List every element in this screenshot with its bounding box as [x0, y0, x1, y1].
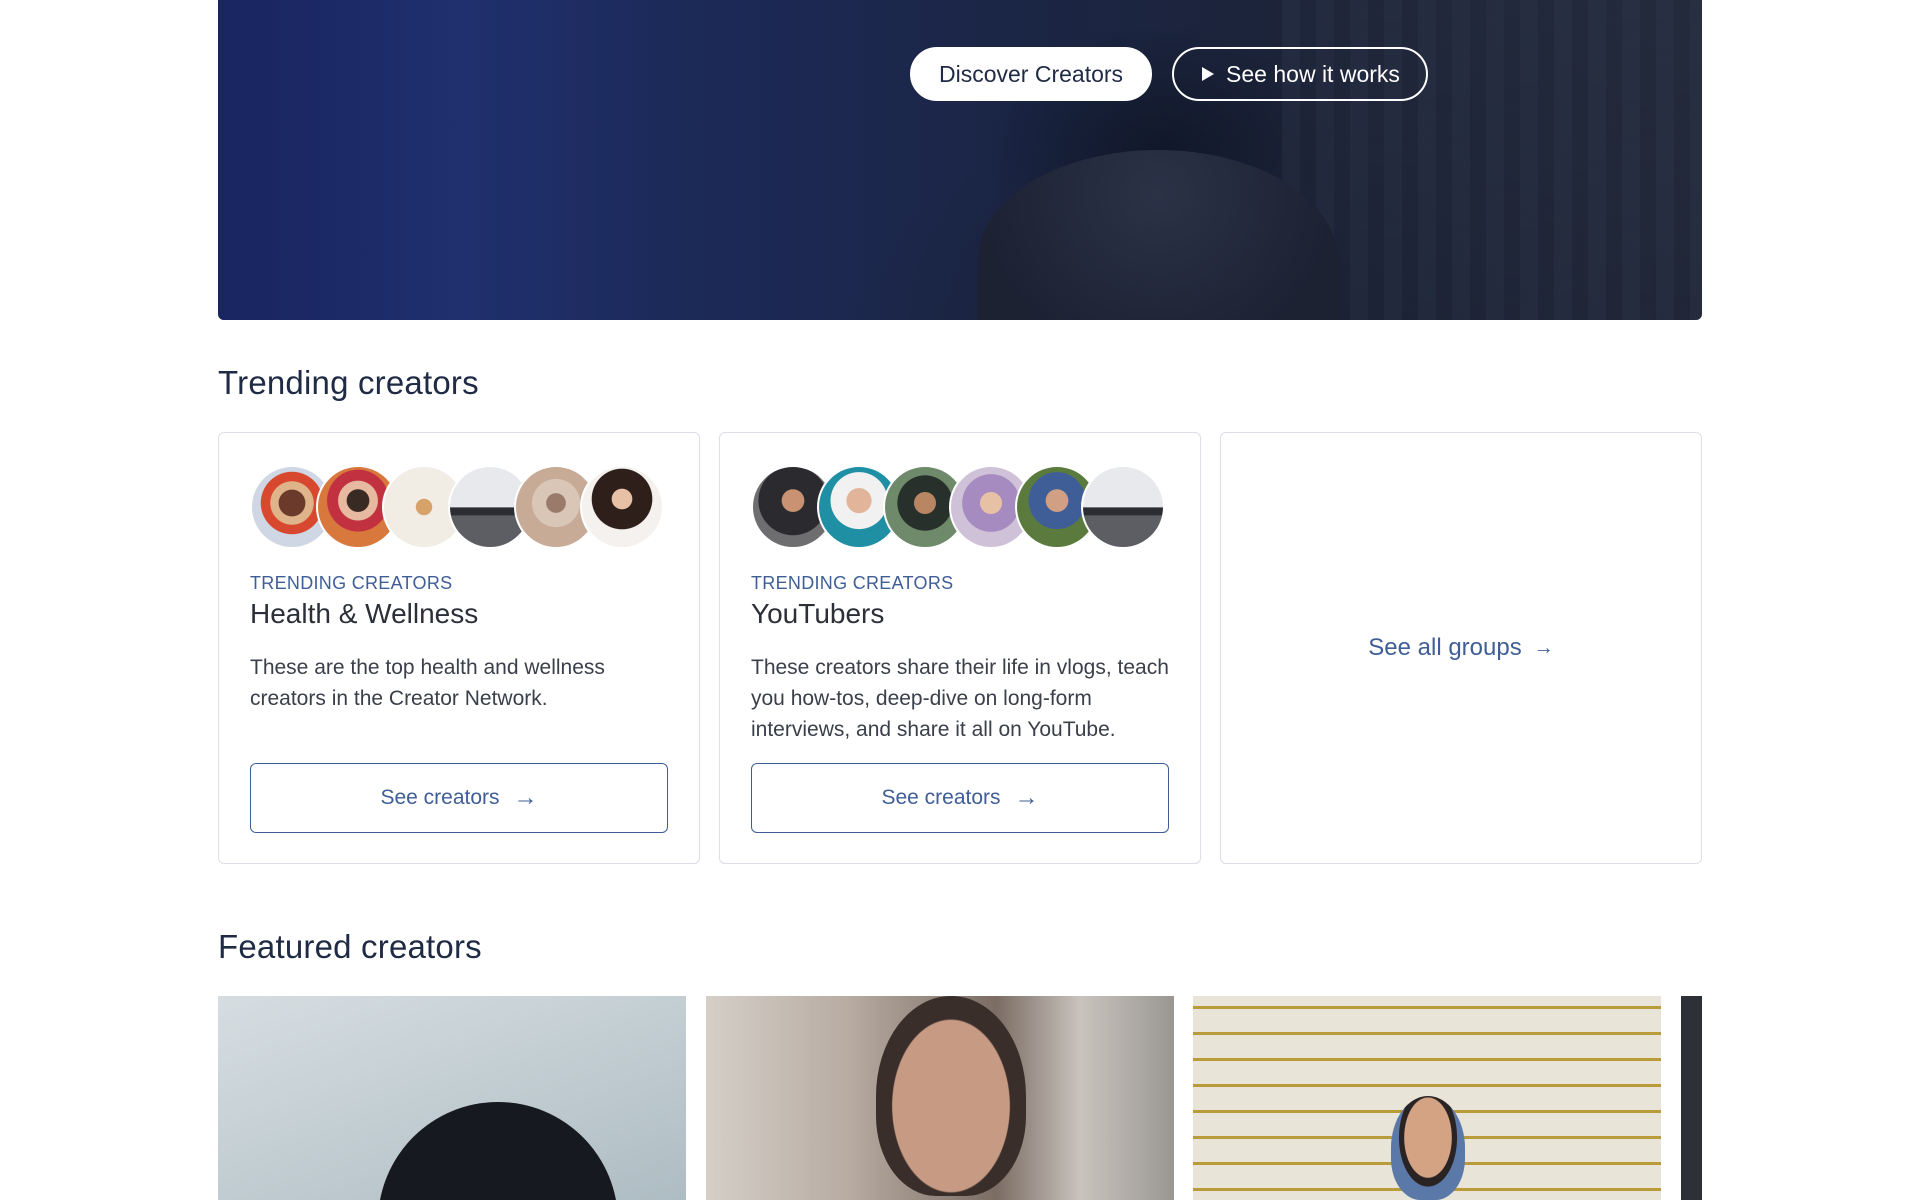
creator-photo [378, 1102, 618, 1200]
featured-creator-card[interactable] [1193, 996, 1661, 1200]
trending-creators-heading: Trending creators [218, 364, 479, 401]
creator-photo [876, 996, 1026, 1196]
card-eyebrow: TRENDING CREATORS [250, 573, 453, 593]
see-all-groups-card[interactable]: See all groups → [1220, 432, 1702, 864]
avatar [580, 465, 664, 549]
see-creators-label: See creators [380, 786, 500, 809]
hero-banner: Discover Creators See how it works [218, 0, 1702, 320]
play-icon [1202, 67, 1215, 81]
avatar [1081, 465, 1165, 549]
see-all-groups-label: See all groups [1368, 634, 1522, 661]
card-title: YouTubers [751, 598, 885, 629]
arrow-right-icon: → [1014, 784, 1039, 811]
see-how-it-works-button[interactable]: See how it works [1172, 47, 1428, 101]
arrow-right-icon: → [1533, 637, 1554, 659]
hero-actions: Discover Creators See how it works [910, 47, 1428, 101]
see-creators-button[interactable]: See creators → [250, 763, 668, 833]
arrow-right-icon: → [513, 784, 538, 811]
trending-card-health-wellness: TRENDING CREATORS Health & Wellness Thes… [218, 432, 700, 864]
see-creators-button[interactable]: See creators → [751, 763, 1169, 833]
see-how-it-works-label: See how it works [1226, 60, 1400, 87]
card-description: These are the top health and wellness cr… [250, 656, 605, 710]
see-creators-label: See creators [881, 786, 1001, 809]
featured-creator-card[interactable] [706, 996, 1174, 1200]
card-eyebrow: TRENDING CREATORS [751, 573, 954, 593]
featured-creator-card[interactable] [218, 996, 686, 1200]
avatar-stack [751, 465, 1165, 549]
featured-creators-heading: Featured creators [218, 928, 482, 965]
avatar-stack [250, 465, 664, 549]
trending-card-youtubers: TRENDING CREATORS YouTubers These creato… [719, 432, 1201, 864]
page: Discover Creators See how it works Trend… [0, 0, 1920, 1200]
card-title: Health & Wellness [250, 598, 479, 629]
creator-photo [1391, 1096, 1465, 1200]
see-all-groups-link[interactable]: See all groups → [1221, 433, 1701, 863]
discover-creators-button[interactable]: Discover Creators [910, 47, 1153, 101]
hero-shade [218, 0, 478, 320]
card-description: These creators share their life in vlogs… [751, 656, 1169, 741]
featured-creator-card[interactable] [1681, 996, 1702, 1200]
